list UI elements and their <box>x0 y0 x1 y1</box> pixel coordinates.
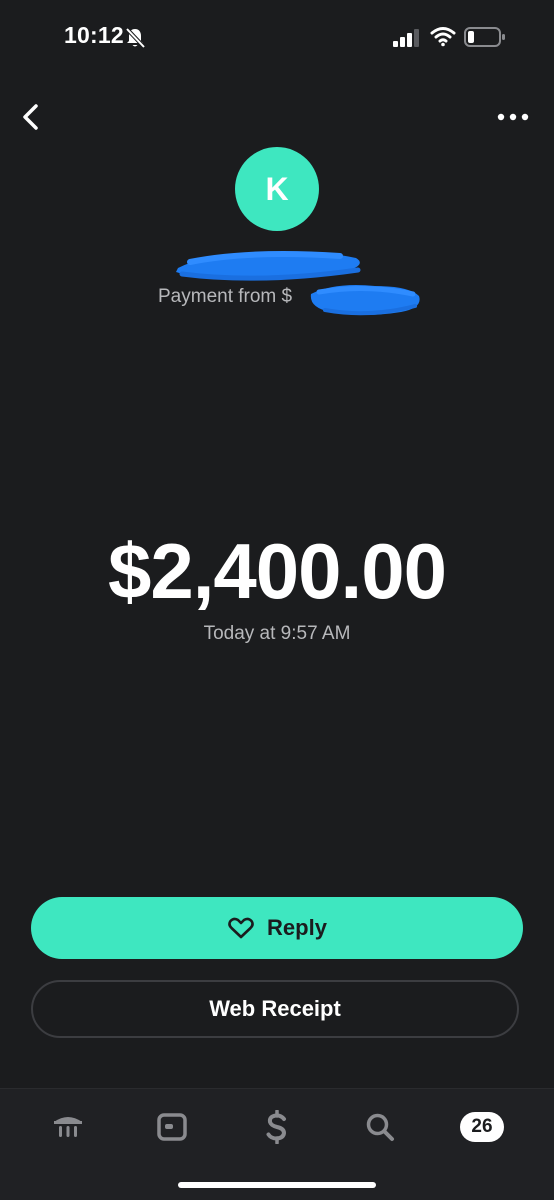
status-time: 10:12 <box>64 22 124 48</box>
web-receipt-label: Web Receipt <box>209 996 341 1021</box>
payment-amount: $2,400.00 <box>107 527 447 615</box>
home-indicator <box>178 1182 376 1188</box>
web-receipt-button[interactable]: Web Receipt <box>31 980 519 1038</box>
payment-timestamp: Today at 9:57 AM <box>203 623 351 644</box>
tab-search[interactable] <box>356 1105 404 1149</box>
avatar[interactable]: K <box>235 147 319 231</box>
card-icon <box>157 1113 187 1141</box>
wifi-icon <box>430 27 456 47</box>
payment-subtitle: Payment from $ <box>158 286 293 307</box>
battery-icon <box>464 27 505 47</box>
signal-icon <box>393 29 419 47</box>
reply-button[interactable]: Reply <box>31 897 523 959</box>
chevron-left-icon[interactable] <box>16 100 46 134</box>
more-horizontal-icon[interactable] <box>494 104 532 130</box>
dollar-icon <box>266 1110 287 1144</box>
tab-activity[interactable]: 26 <box>458 1105 506 1149</box>
payment-detail-screen: 10:12 K Payment from $ $2,400.00 Today a… <box>0 0 554 1200</box>
bank-icon <box>54 1117 82 1137</box>
bell-slash-icon <box>125 27 146 49</box>
reply-label: Reply <box>267 915 327 940</box>
tab-banking[interactable] <box>44 1105 92 1149</box>
heart-icon <box>228 917 254 939</box>
redacted-handle-scribble <box>310 285 420 316</box>
status-bar: 10:12 <box>0 0 554 76</box>
search-icon <box>366 1113 394 1141</box>
tab-cash[interactable] <box>253 1105 301 1149</box>
activity-badge: 26 <box>460 1112 504 1142</box>
tab-card[interactable] <box>148 1105 196 1149</box>
